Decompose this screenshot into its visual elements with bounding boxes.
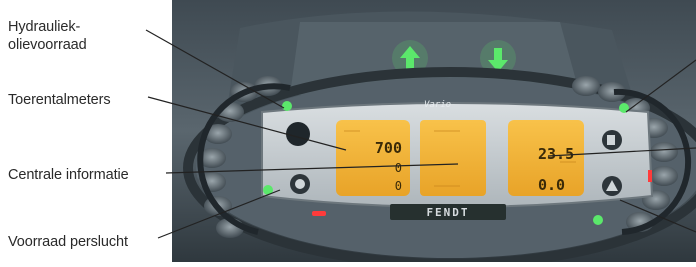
label-hydraulic-oil: Hydrauliek- olievoorraad [8,18,128,54]
fendt-logo-text: FENDT [426,206,469,219]
label-hydraulic-line2: olievoorraad [8,37,87,53]
bottom-green-led [593,215,603,225]
right-display-top-value: 23.5 [538,145,574,163]
right-red-led [648,170,652,182]
right-display-bottom-value: 0.0 [538,176,565,194]
label-rpm-meters: Toerentalmeters [8,92,111,108]
dashboard-photo: 700 0 0 23.5 0.0 Vario FENDT Hydrauliek-… [0,0,696,267]
left-display-top-value: 700 [375,139,402,157]
label-hydraulic-line1: Hydrauliek- [8,19,81,35]
label-central-info: Centrale informatie [8,167,129,183]
left-upper-green-led [282,101,292,111]
left-red-led [312,211,326,216]
vario-badge: Vario [424,100,451,110]
left-display-mid-value: 0 [395,161,402,175]
left-knob [286,122,310,146]
label-compressed-air: Voorraad perslucht [8,234,128,250]
left-display-bottom-value: 0 [395,179,402,193]
